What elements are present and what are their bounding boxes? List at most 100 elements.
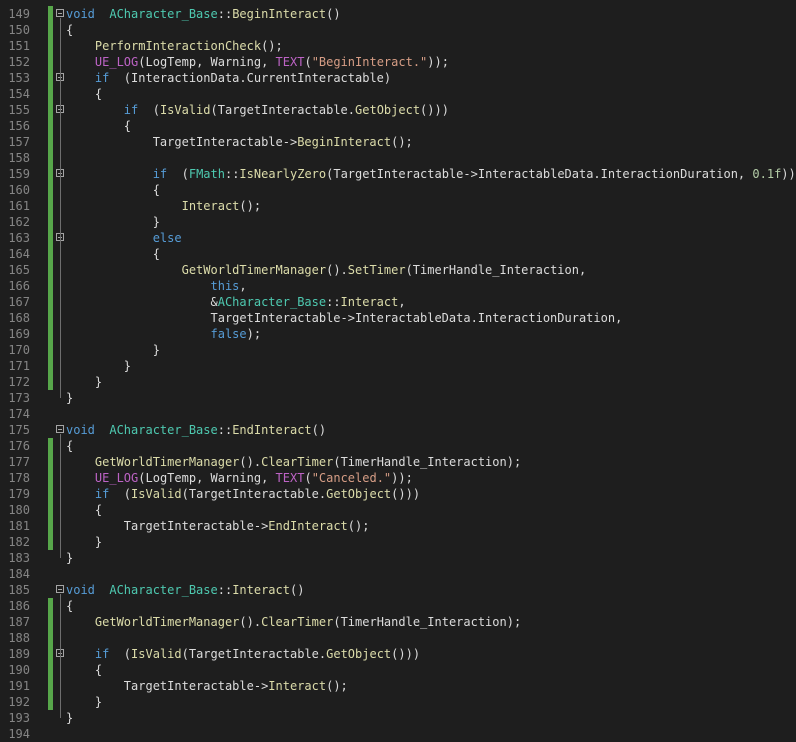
change-indicator (48, 310, 53, 326)
collapse-icon[interactable] (56, 425, 64, 433)
code-text: if (IsValid(TargetInteractable.GetObject… (66, 102, 449, 118)
code-line[interactable]: 191 TargetInteractable->Interact(); (0, 678, 796, 694)
code-token: EndInteract (232, 423, 312, 437)
code-token: (). (239, 615, 262, 629)
line-number: 150 (8, 23, 30, 37)
code-line[interactable]: 170 } (0, 342, 796, 358)
change-indicator (48, 598, 53, 614)
code-line[interactable]: 194 (0, 726, 796, 742)
code-line[interactable]: 157 TargetInteractable->BeginInteract(); (0, 134, 796, 150)
code-token: ( (109, 487, 132, 501)
line-number: 181 (8, 519, 30, 533)
code-line[interactable]: 177 GetWorldTimerManager().ClearTimer(Ti… (0, 454, 796, 470)
code-token: Interact (340, 295, 399, 309)
code-line[interactable]: 165 GetWorldTimerManager().SetTimer(Time… (0, 262, 796, 278)
code-token: (TimerHandle_Interaction); (333, 615, 522, 629)
code-text: TargetInteractable->Interact(); (66, 678, 348, 694)
code-text: { (66, 438, 73, 454)
code-token: ())) (391, 487, 421, 501)
code-line[interactable]: 193} (0, 710, 796, 726)
code-token: } (66, 359, 132, 373)
code-line[interactable]: 179 if (IsValid(TargetInteractable.GetOb… (0, 486, 796, 502)
code-line[interactable]: 166 this, (0, 278, 796, 294)
code-line[interactable]: 192 } (0, 694, 796, 710)
code-line[interactable]: 190 { (0, 662, 796, 678)
code-text: TargetInteractable->EndInteract(); (66, 518, 370, 534)
code-line[interactable]: 156 { (0, 118, 796, 134)
code-token: :: (217, 583, 233, 597)
code-token: Interact (232, 583, 290, 597)
code-text: { (66, 662, 102, 678)
code-line[interactable]: 176 { (0, 438, 796, 454)
code-line[interactable]: 169 false); (0, 326, 796, 342)
code-line[interactable]: 186 { (0, 598, 796, 614)
code-text: else (66, 230, 182, 246)
code-line[interactable]: 163 else (0, 230, 796, 246)
code-token: (TimerHandle_Interaction, (405, 263, 587, 277)
change-indicator (48, 86, 53, 102)
code-line[interactable]: 178 UE_LOG(LogTemp, Warning, TEXT("Cance… (0, 470, 796, 486)
code-line[interactable]: 150 { (0, 22, 796, 38)
change-indicator (48, 118, 53, 134)
code-line[interactable]: 151 PerformInteractionCheck(); (0, 38, 796, 54)
code-token: ( (138, 103, 160, 117)
code-line[interactable]: 182 } (0, 534, 796, 550)
code-token: () (326, 7, 341, 21)
change-indicator (48, 262, 53, 278)
code-line[interactable]: 183} (0, 550, 796, 566)
code-token: GetObject (326, 647, 392, 661)
code-line[interactable]: 152 UE_LOG(LogTemp, Warning, TEXT("Begin… (0, 54, 796, 70)
code-line[interactable]: 153 if (InteractionData.CurrentInteracta… (0, 70, 796, 86)
code-line[interactable]: 162 } (0, 214, 796, 230)
line-number: 185 (8, 583, 30, 597)
code-line[interactable]: 180 { (0, 502, 796, 518)
code-text: } (66, 342, 160, 358)
collapse-icon[interactable] (56, 585, 64, 593)
code-line[interactable]: 161 Interact(); (0, 198, 796, 214)
change-indicator (48, 630, 53, 646)
code-editor[interactable]: 149 void ACharacter_Base::BeginInteract()… (0, 0, 796, 741)
code-line[interactable]: 158 (0, 150, 796, 166)
code-token: ACharacter_Base (109, 7, 218, 21)
code-line[interactable]: 187 GetWorldTimerManager().ClearTimer(Ti… (0, 614, 796, 630)
code-line[interactable]: 154 { (0, 86, 796, 102)
code-line[interactable]: 171 } (0, 358, 796, 374)
code-line[interactable]: 174 (0, 406, 796, 422)
code-token: UE_LOG (94, 471, 139, 485)
code-line[interactable]: 160 { (0, 182, 796, 198)
line-number: 179 (8, 487, 30, 501)
line-number: 190 (8, 663, 30, 677)
code-line[interactable]: 155 if (IsValid(TargetInteractable.GetOb… (0, 102, 796, 118)
line-number: 151 (8, 39, 30, 53)
code-line[interactable]: 172 } (0, 374, 796, 390)
code-token: TEXT (275, 55, 305, 69)
code-line[interactable]: 184 (0, 566, 796, 582)
code-line[interactable]: 149 void ACharacter_Base::BeginInteract() (0, 6, 796, 22)
code-line[interactable]: 181 TargetInteractable->EndInteract(); (0, 518, 796, 534)
line-number: 152 (8, 55, 30, 69)
code-line[interactable]: 185 void ACharacter_Base::Interact() (0, 582, 796, 598)
code-text: &ACharacter_Base::Interact, (66, 294, 405, 310)
code-text: } (66, 358, 131, 374)
code-line[interactable]: 168 TargetInteractable->InteractableData… (0, 310, 796, 326)
change-indicator (48, 198, 53, 214)
code-line[interactable]: 173} (0, 390, 796, 406)
code-line[interactable]: 189 if (IsValid(TargetInteractable.GetOb… (0, 646, 796, 662)
code-line[interactable]: 164 { (0, 246, 796, 262)
code-token: GetObject (355, 103, 421, 117)
code-line[interactable]: 159 if (FMath::IsNearlyZero(TargetIntera… (0, 166, 796, 182)
code-token: GetObject (326, 487, 392, 501)
code-text: TargetInteractable->BeginInteract(); (66, 134, 413, 150)
code-line[interactable]: 175 void ACharacter_Base::EndInteract() (0, 422, 796, 438)
code-token: (InteractionData.CurrentInteractable) (109, 71, 392, 85)
code-line[interactable]: 188 (0, 630, 796, 646)
code-token: GetWorldTimerManager (94, 615, 240, 629)
code-token: (TargetInteractable->InteractableData.In… (326, 167, 753, 181)
collapse-icon[interactable] (56, 9, 64, 17)
code-token: TargetInteractable-> (66, 679, 269, 693)
code-line[interactable]: 167 &ACharacter_Base::Interact, (0, 294, 796, 310)
